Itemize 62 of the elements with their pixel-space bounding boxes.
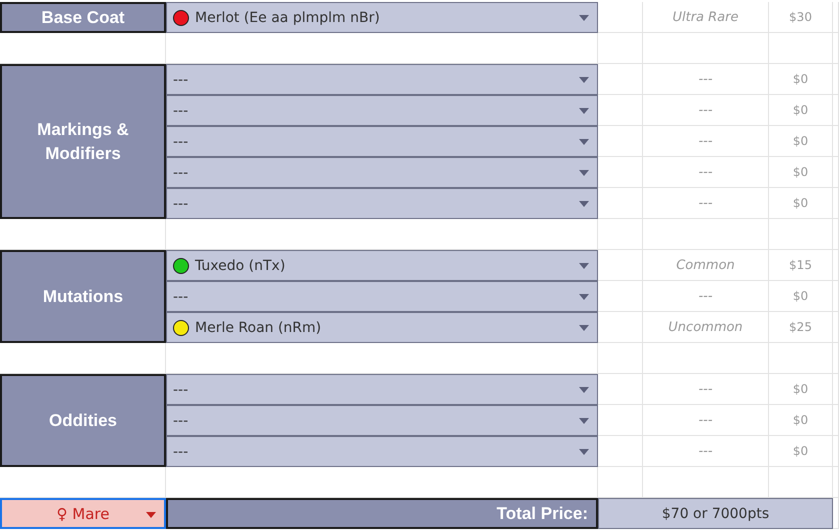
- caret-icon: [579, 14, 589, 20]
- trait-dropdown[interactable]: ---: [166, 126, 598, 157]
- caret-icon: [579, 418, 589, 424]
- trait-dropdown[interactable]: ---: [166, 436, 598, 467]
- caret-icon: [579, 200, 589, 206]
- trait-dropdown[interactable]: ---: [166, 188, 598, 219]
- price-text: $0: [769, 281, 833, 312]
- rarity-text: Common: [643, 250, 769, 281]
- sex-dropdown[interactable]: ♀ Mare: [0, 498, 166, 529]
- section-label: Mutations: [0, 250, 166, 343]
- trait-dropdown[interactable]: ---: [166, 95, 598, 126]
- price-text: $0: [769, 64, 833, 95]
- empty-cell: [598, 343, 643, 374]
- rarity-text: ---: [643, 405, 769, 436]
- caret-icon: [579, 294, 589, 300]
- rarity-text: Uncommon: [643, 312, 769, 343]
- empty-cell: [598, 33, 643, 64]
- rarity-text: ---: [643, 157, 769, 188]
- caret-icon: [579, 324, 589, 330]
- rarity-text: ---: [643, 436, 769, 467]
- total-label: Total Price:: [166, 498, 598, 529]
- total-value: $70 or 7000pts: [598, 498, 833, 529]
- price-text: $0: [769, 374, 833, 405]
- rarity-text: ---: [643, 281, 769, 312]
- price-text: $0: [769, 436, 833, 467]
- trait-dropdown[interactable]: ---: [166, 281, 598, 312]
- trait-dropdown[interactable]: ---: [166, 374, 598, 405]
- caret-icon: [579, 138, 589, 144]
- section-label: Oddities: [0, 374, 166, 467]
- price-text: $25: [769, 312, 833, 343]
- caret-icon: [579, 170, 589, 176]
- caret-icon: [579, 386, 589, 392]
- price-text: $0: [769, 405, 833, 436]
- trait-dropdown[interactable]: Merlot (Ee aa plmplm nBr): [166, 2, 598, 33]
- trait-dropdown[interactable]: Tuxedo (nTx): [166, 250, 598, 281]
- caret-icon: [579, 76, 589, 82]
- rarity-text: Ultra Rare: [643, 2, 769, 33]
- caret-icon: [579, 108, 589, 114]
- trait-dropdown[interactable]: Merle Roan (nRm): [166, 312, 598, 343]
- trait-dropdown[interactable]: ---: [166, 64, 598, 95]
- rarity-text: ---: [643, 126, 769, 157]
- trait-dropdown[interactable]: ---: [166, 405, 598, 436]
- empty-cell: [769, 33, 833, 64]
- price-text: $0: [769, 157, 833, 188]
- empty-cell: [769, 343, 833, 374]
- price-text: $0: [769, 95, 833, 126]
- trait-dropdown[interactable]: ---: [166, 157, 598, 188]
- rarity-text: ---: [643, 64, 769, 95]
- price-text: $30: [769, 2, 833, 33]
- price-text: $0: [769, 188, 833, 219]
- caret-icon: [579, 262, 589, 268]
- empty-cell: [598, 219, 643, 250]
- section-label: Markings & Modifiers: [0, 64, 166, 219]
- section-label: Base Coat: [0, 2, 166, 33]
- price-text: $15: [769, 250, 833, 281]
- rarity-text: ---: [643, 374, 769, 405]
- caret-icon: [579, 448, 589, 454]
- price-text: $0: [769, 126, 833, 157]
- empty-cell: [769, 219, 833, 250]
- caret-icon: [146, 512, 156, 518]
- rarity-text: ---: [643, 188, 769, 219]
- rarity-text: ---: [643, 95, 769, 126]
